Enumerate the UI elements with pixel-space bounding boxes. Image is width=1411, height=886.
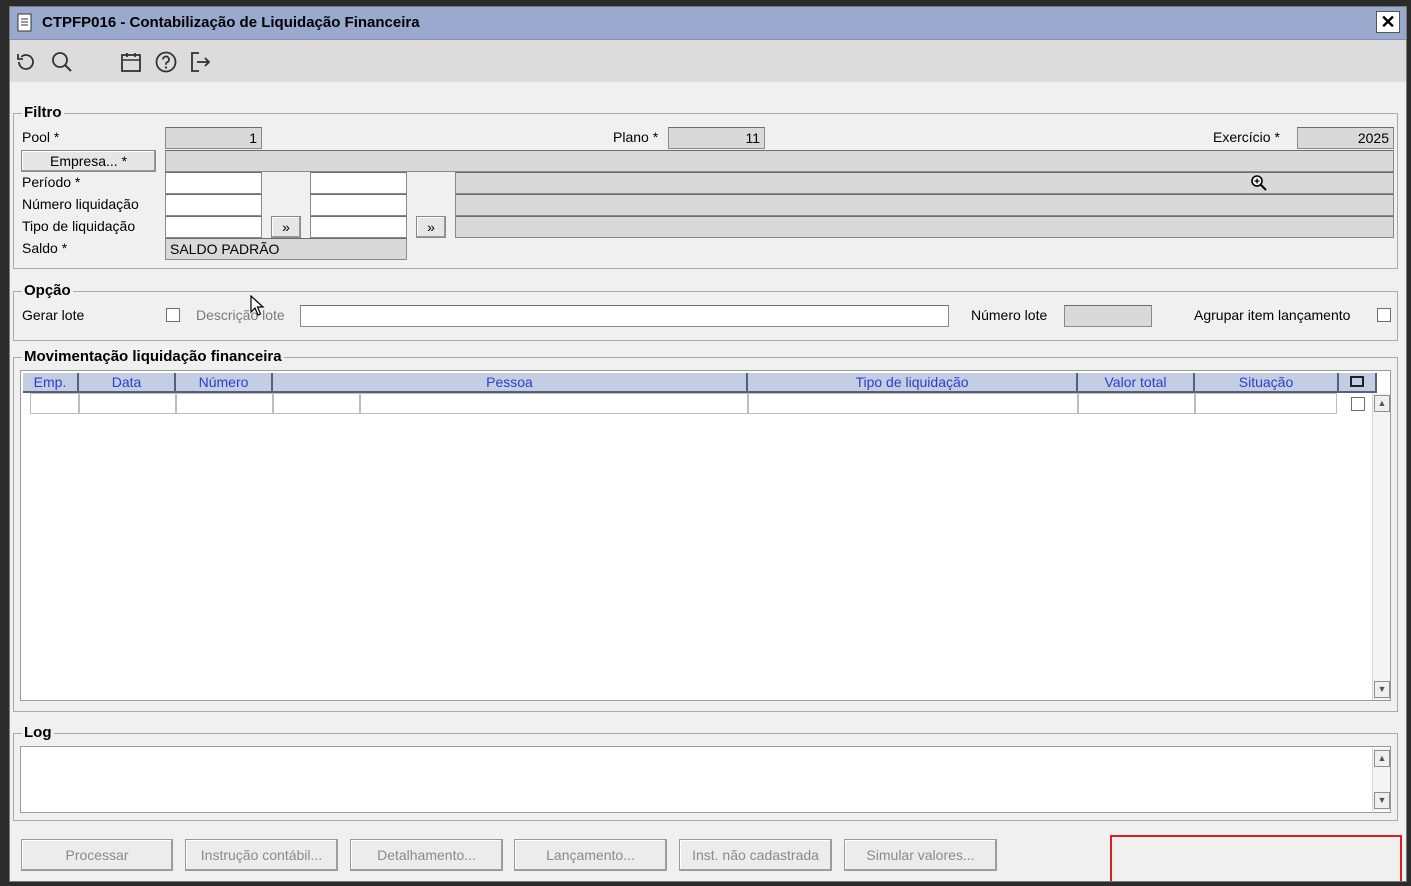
window-title: CTPFP016 - Contabilização de Liquidação … [42, 14, 420, 31]
simular-valores-button[interactable]: Simular valores... [844, 839, 997, 871]
numero-liquidacao-start-field[interactable] [165, 194, 262, 216]
title-bar: CTPFP016 - Contabilização de Liquidação … [10, 7, 1406, 40]
refresh-icon[interactable] [14, 50, 38, 74]
column-header-data[interactable]: Data [79, 373, 176, 393]
action-bar: Processar Instrução contábil... Detalham… [10, 827, 1406, 881]
periodo-start-field[interactable] [165, 172, 262, 194]
agrupar-item-lancamento-label: Agrupar item lançamento [1194, 307, 1351, 323]
descricao-lote-label: Descrição lote [196, 307, 285, 323]
column-header-emp[interactable]: Emp. [23, 373, 79, 393]
cell-situacao[interactable] [1195, 393, 1337, 414]
tipo-liquidacao-end-field[interactable] [310, 216, 407, 238]
movimentacao-group: Movimentação liquidação financeira Emp. … [13, 348, 1398, 712]
filtro-legend: Filtro [22, 104, 64, 121]
empresa-field[interactable] [165, 150, 1394, 172]
column-header-numero[interactable]: Número [176, 373, 273, 393]
tipo-liquidacao-end-lookup-button[interactable]: » [416, 216, 446, 238]
instrucao-contabil-button[interactable]: Instrução contábil... [185, 839, 338, 871]
numero-lote-label: Número lote [971, 307, 1048, 323]
cell-tipo-liquidacao[interactable] [748, 393, 1078, 414]
main-window: CTPFP016 - Contabilização de Liquidação … [9, 6, 1407, 882]
close-icon: ✕ [1380, 12, 1396, 32]
column-header-tipo-liquidacao[interactable]: Tipo de liquidação [748, 373, 1078, 393]
cell-numero[interactable] [176, 393, 273, 414]
tipo-liquidacao-description-field[interactable] [455, 216, 1394, 238]
cell-data[interactable] [79, 393, 176, 414]
toolbar [10, 40, 1406, 82]
select-all-header[interactable] [1339, 373, 1377, 393]
cell-emp[interactable] [30, 393, 79, 414]
help-icon[interactable] [154, 50, 178, 74]
opcao-legend: Opção [22, 282, 73, 299]
cell-pessoa-name[interactable] [360, 393, 748, 414]
movimentacao-legend: Movimentação liquidação financeira [22, 348, 284, 365]
inst-nao-cadastrada-button[interactable]: Inst. não cadastrada [679, 839, 832, 871]
exercicio-field[interactable]: 2025 [1297, 127, 1394, 149]
numero-liquidacao-end-field[interactable] [310, 194, 407, 216]
periodo-label: Período * [22, 174, 81, 190]
log-group: Log ▲ ▼ [13, 724, 1398, 821]
agrupar-item-lancamento-checkbox[interactable] [1377, 308, 1391, 322]
column-header-pessoa[interactable]: Pessoa [273, 373, 748, 393]
opcao-group: Opção Gerar lote Descrição lote Número l… [13, 282, 1398, 341]
processar-button[interactable]: Processar [21, 839, 173, 871]
exercicio-label: Exercício * [1213, 129, 1280, 145]
tipo-liquidacao-label: Tipo de liquidação [22, 218, 136, 234]
pool-label: Pool * [22, 129, 60, 145]
log-scrollbar[interactable]: ▲ ▼ [1372, 748, 1390, 811]
close-button[interactable]: ✕ [1376, 11, 1400, 33]
numero-liquidacao-description-field[interactable] [455, 194, 1394, 216]
gerar-lote-label: Gerar lote [22, 307, 85, 323]
gerar-lote-checkbox[interactable] [166, 308, 180, 322]
saldo-label: Saldo * [22, 240, 68, 256]
mouse-pointer-icon [250, 294, 266, 317]
detalhamento-button[interactable]: Detalhamento... [350, 839, 503, 871]
log-legend: Log [22, 724, 54, 741]
pool-field[interactable]: 1 [165, 127, 262, 149]
numero-liquidacao-label: Número liquidação [22, 196, 139, 212]
zoom-cursor-icon [1250, 174, 1268, 192]
log-scroll-down-icon[interactable]: ▼ [1374, 792, 1390, 809]
empresa-button[interactable]: Empresa... * [21, 150, 156, 172]
movimentacao-grid: Emp. Data Número Pessoa Tipo de liquidaç… [20, 370, 1391, 701]
log-textarea[interactable]: ▲ ▼ [20, 746, 1391, 813]
plano-label: Plano * [613, 129, 659, 145]
row-select-checkbox[interactable] [1351, 397, 1365, 411]
select-all-checkbox-icon [1350, 376, 1364, 387]
cell-pessoa-code[interactable] [273, 393, 360, 414]
grid-scrollbar[interactable]: ▲ ▼ [1372, 393, 1390, 700]
tipo-liquidacao-start-lookup-button[interactable]: » [271, 216, 301, 238]
plano-field[interactable]: 11 [668, 127, 765, 149]
scroll-up-icon[interactable]: ▲ [1374, 395, 1390, 412]
cell-valor-total[interactable] [1078, 393, 1195, 414]
highlight-box [1110, 835, 1402, 881]
numero-lote-field[interactable] [1064, 305, 1152, 327]
lancamento-button[interactable]: Lançamento... [514, 839, 667, 871]
calendar-icon[interactable] [119, 50, 143, 74]
periodo-end-field[interactable] [310, 172, 407, 194]
filtro-group: Filtro Pool * 1 Plano * 11 Exercício * 2… [13, 104, 1398, 269]
column-header-situacao[interactable]: Situação [1195, 373, 1339, 393]
search-icon[interactable] [50, 50, 74, 74]
tipo-liquidacao-start-field[interactable] [165, 216, 262, 238]
descricao-lote-field[interactable] [300, 305, 949, 327]
document-icon [16, 13, 34, 33]
scroll-down-icon[interactable]: ▼ [1374, 681, 1390, 698]
log-scroll-up-icon[interactable]: ▲ [1374, 750, 1390, 767]
saldo-field[interactable]: SALDO PADRÃO [165, 238, 407, 260]
column-header-valor-total[interactable]: Valor total [1078, 373, 1195, 393]
exit-icon[interactable] [189, 50, 213, 74]
